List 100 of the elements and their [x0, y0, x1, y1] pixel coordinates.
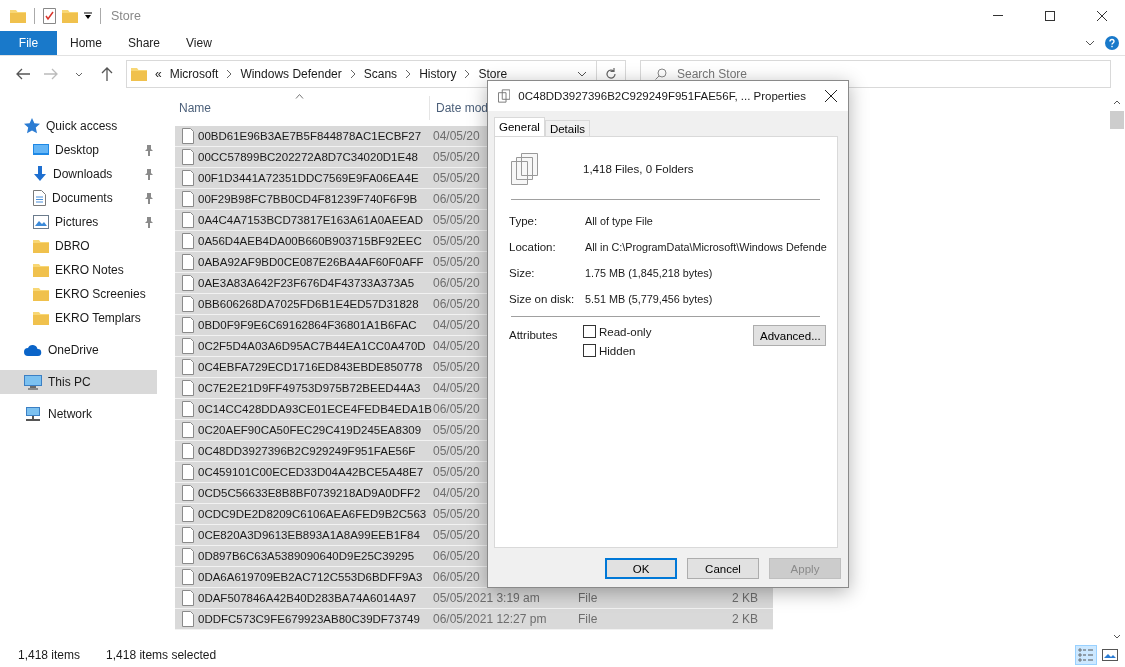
date-cell: 05/05/20	[433, 171, 480, 185]
dialog-tab[interactable]: General	[494, 117, 545, 136]
sidebar-item[interactable]: This PC	[0, 370, 157, 394]
sidebar-item[interactable]: DBRO	[0, 234, 157, 258]
file-icon	[182, 275, 194, 291]
advanced-button[interactable]: Advanced...	[753, 325, 826, 346]
date-cell: 06/05/20	[433, 297, 480, 311]
property-label: Type:	[509, 215, 539, 227]
file-icon	[182, 611, 194, 627]
desktop-icon	[33, 143, 49, 157]
properties-icon[interactable]	[43, 7, 56, 24]
computer-icon	[24, 374, 42, 390]
date-cell: 06/05/20	[433, 570, 480, 584]
file-name: 0DA6A619709EB2AC712C553D6BDFF9A3	[198, 571, 424, 583]
network-icon	[24, 406, 42, 422]
sidebar-item[interactable]: Quick access	[0, 114, 157, 138]
back-icon[interactable]	[16, 68, 30, 80]
maximize-icon[interactable]	[1045, 10, 1055, 21]
expand-ribbon-icon[interactable]	[1085, 40, 1095, 46]
file-icon	[182, 128, 194, 144]
file-name: 0CD5C56633E8B8BF0739218AD9A0DFF2	[198, 487, 422, 499]
breadcrumb[interactable]: History	[419, 67, 457, 81]
date-cell: 04/05/20	[433, 129, 480, 143]
sidebar-item[interactable]: Desktop	[0, 138, 157, 162]
file-icon	[182, 506, 194, 522]
sidebar-item[interactable]: EKRO Screenies	[0, 282, 157, 306]
checkbox[interactable]: Read-only	[583, 325, 652, 338]
date-cell: 05/05/20	[433, 360, 480, 374]
scroll-thumb[interactable]	[1109, 111, 1124, 129]
date-cell: 05/05/2021 3:19 am	[433, 591, 540, 605]
folder-icon	[33, 287, 49, 301]
folder-icon	[33, 239, 49, 253]
property-label: Location:	[509, 241, 557, 253]
path-overflow[interactable]: «	[155, 67, 162, 81]
type-cell: File	[578, 612, 598, 626]
file-name: 0DDFC573C9FE679923AB80C39DF73749	[198, 613, 421, 625]
dropdown-icon[interactable]	[577, 71, 587, 77]
size-cell: 2 KB	[732, 612, 758, 626]
file-icon	[182, 212, 194, 228]
file-row[interactable]: 0DAF507846A42B40D283BA74A6014A97 05/05/2021 3:19 am File 2 KB	[175, 588, 773, 609]
checkbox[interactable]: Hidden	[583, 344, 652, 357]
scroll-down-icon[interactable]	[1112, 634, 1121, 639]
dialog-button[interactable]: Cancel	[687, 558, 759, 579]
pin-icon[interactable]	[144, 168, 154, 180]
file-icon	[182, 170, 194, 186]
folder-icon	[131, 67, 147, 81]
refresh-icon[interactable]	[605, 68, 617, 80]
sidebar-item[interactable]: EKRO Templars	[0, 306, 157, 330]
pin-icon[interactable]	[144, 216, 154, 228]
file-name: 0BB606268DA7025FD6B1E4ED57D31828	[198, 298, 420, 310]
pin-icon[interactable]	[144, 144, 154, 156]
scroll-up-icon[interactable]	[1112, 100, 1121, 105]
sidebar-item[interactable]: Documents	[0, 186, 157, 210]
sidebar-item[interactable]: Network	[0, 402, 157, 426]
file-icon	[182, 233, 194, 249]
star-icon	[24, 118, 40, 134]
ribbon-tab[interactable]: View	[173, 31, 225, 55]
sidebar-item[interactable]: OneDrive	[0, 338, 157, 362]
date-cell: 05/05/20	[433, 213, 480, 227]
file-icon	[182, 527, 194, 543]
pin-icon[interactable]	[144, 192, 154, 204]
close-icon[interactable]	[1097, 10, 1107, 21]
file-name: 0ABA92AF9BD0CE087E26BA4AF60F0AFF	[198, 256, 425, 268]
column-header[interactable]: Name	[179, 101, 429, 115]
breadcrumb[interactable]: Store	[478, 67, 508, 81]
breadcrumb[interactable]: Windows Defender	[240, 67, 342, 81]
file-icon	[182, 464, 194, 480]
recent-locations-icon[interactable]	[75, 71, 83, 77]
file-name: 00CC57899BC202272A8D7C34020D1E48	[198, 151, 419, 163]
breadcrumb[interactable]: Microsoft	[169, 67, 219, 81]
file-row[interactable]: 0DDFC573C9FE679923AB80C39DF73749 06/05/2021 12:27 pm File 2 KB	[175, 609, 773, 630]
chevron-icon	[226, 70, 233, 78]
window-title: Store	[111, 8, 141, 23]
ribbon-tab[interactable]: Home	[57, 31, 115, 55]
folder-icon	[33, 311, 49, 325]
dialog-button[interactable]: OK	[605, 558, 677, 579]
close-icon[interactable]	[825, 90, 837, 102]
file-name: 0C4EBFA729ECD1716ED843EBDE850778	[198, 361, 424, 373]
up-icon[interactable]	[101, 67, 113, 81]
dropdown-icon[interactable]	[84, 11, 92, 20]
sidebar-item[interactable]: EKRO Notes	[0, 258, 157, 282]
file-icon	[182, 548, 194, 564]
file-name: 00F1D3441A72351DDC7569E9FA06EA4E	[198, 172, 420, 184]
breadcrumb[interactable]: Scans	[363, 67, 398, 81]
property-value: 5.51 MB (5,779,456 bytes)	[585, 293, 713, 305]
chevron-icon	[405, 70, 412, 78]
ribbon-tab[interactable]: Share	[115, 31, 174, 55]
dialog-title: 0C48DD3927396B2C929249F951FAE56F, ... Properties	[518, 90, 806, 102]
date-cell: 06/05/20	[433, 192, 480, 206]
date-cell: 05/05/20	[433, 528, 480, 542]
ribbon-tab[interactable]: File	[0, 31, 57, 55]
date-cell: 04/05/20	[433, 318, 480, 332]
sidebar-item[interactable]: Downloads	[0, 162, 157, 186]
sidebar-item[interactable]: Pictures	[0, 210, 157, 234]
file-name: 0C2F5D4A03A6D95AC7B44EA1CC0A470D	[198, 340, 427, 352]
file-icon	[182, 569, 194, 585]
dialog-tab[interactable]: Details	[544, 120, 591, 136]
file-name: 0C20AEF90CA50FEC29C419D245EA8309	[198, 424, 423, 436]
help-icon[interactable]	[1105, 36, 1119, 50]
document-icon	[33, 190, 46, 206]
